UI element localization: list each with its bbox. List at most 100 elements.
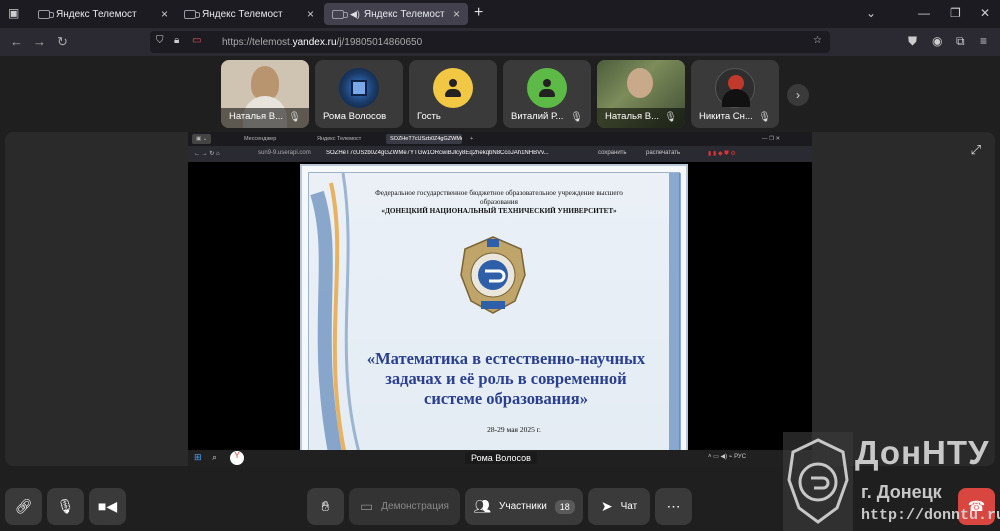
title-line-1: «Математика в естественно-научных	[366, 349, 646, 368]
browser-tab-3-active[interactable]: ◀) Яндекс Телемост ×	[324, 3, 468, 25]
camera-toggle-button[interactable]: ■◀	[89, 488, 126, 525]
chat-label: Чат	[620, 501, 638, 512]
lock-icon[interactable]: 🔒︎	[174, 35, 179, 46]
account-icon[interactable]: ◉	[932, 34, 942, 48]
tray-icons: ˄ ▭ ◀) ⌁ РУС	[708, 454, 747, 460]
forward-arrow-icon[interactable]: →	[33, 34, 46, 49]
participant-name: Рома Волосов	[323, 111, 387, 122]
chevron-down-icon[interactable]: ⌄	[866, 6, 876, 20]
avatar-chip-image	[339, 68, 379, 108]
next-participants-button[interactable]: ›	[787, 84, 809, 106]
bookmark-star-icon[interactable]: ☆	[813, 35, 822, 46]
participant-tile-1[interactable]: Наталья В... 🎙︎	[221, 60, 309, 128]
inner-url-host: sun9-9.userapi.com	[258, 150, 311, 156]
extensions-icon[interactable]: ⧉	[956, 34, 965, 49]
mic-muted-icon: 🎙︎	[288, 112, 301, 123]
shared-screen: ▣ ⌄ Мессенджер Яндекс Телемост SOZHeT7cU…	[188, 132, 812, 466]
watermark-url: http://donntu.ru	[861, 507, 1000, 524]
tab-title: Яндекс Телемост	[202, 8, 283, 20]
inner-url-title: SOZHeT7cUSzb0Z4gGZWMe7YTGw1ORcwiBJlcy8Eq…	[326, 150, 549, 156]
participant-tile-4[interactable]: Виталий Р... 🎙︎	[503, 60, 591, 128]
participant-name: Никита Сн...	[699, 111, 753, 122]
watermark-title: ДонНТУ	[855, 434, 990, 471]
url-text: https://telemost.yandex.ru/j/19805014860…	[222, 36, 423, 48]
participant-tile-6[interactable]: Никита Сн... 🎙︎	[691, 60, 779, 128]
inner-windows-taskbar: ⊞ ⌕ Y Рома Волосов ˄ ▭ ◀) ⌁ РУС	[188, 450, 812, 466]
presenter-name-label: Рома Волосов	[465, 452, 537, 464]
close-icon[interactable]: ×	[453, 7, 460, 21]
screen-share-button[interactable]: ▭ Демонстрация	[349, 488, 460, 525]
menu-icon[interactable]: ≡	[980, 34, 987, 48]
raise-hand-button[interactable]: ✋︎	[307, 488, 344, 525]
pocket-icon[interactable]: ⛊	[908, 34, 917, 49]
inner-window-controls: — ❐ ✕	[762, 136, 781, 142]
inner-tab-icon: ▣ ⌄	[192, 134, 212, 144]
org-line-1: Федеральное государственное бюджетное об…	[375, 189, 623, 197]
speaker-icon[interactable]: ◀)	[350, 9, 360, 20]
inner-nav-icons: ← → ↻ ⌂	[194, 151, 220, 157]
screen-share-stage: ⤢ ▣ ⌄ Мессенджер Яндекс Телемост SOZHeT7…	[5, 132, 995, 466]
inner-browser-tabs: ▣ ⌄ Мессенджер Яндекс Телемост SOZHeT7cU…	[188, 132, 812, 146]
camera-sharing-icon[interactable]: ▭	[192, 35, 201, 46]
inner-tab: Мессенджер	[244, 136, 277, 142]
slide-content: Федеральное государственное бюджетное об…	[308, 172, 681, 460]
send-icon: ➤	[600, 498, 613, 514]
chat-button[interactable]: ➤ Чат	[588, 488, 650, 525]
close-icon[interactable]: ×	[307, 7, 314, 21]
new-tab-icon[interactable]: +	[474, 4, 483, 22]
watermark-city: г. Донецк	[861, 482, 942, 502]
mic-toggle-button[interactable]: 🎙︎	[47, 488, 84, 525]
university-emblem-icon	[460, 236, 526, 314]
screen-share-label: Демонстрация	[381, 501, 449, 512]
windows-start-icon: ⊞	[194, 452, 202, 462]
close-icon[interactable]: ×	[161, 7, 168, 21]
participant-tile-5[interactable]: Наталья В... 🎙︎	[597, 60, 685, 128]
participant-video	[627, 68, 653, 98]
fullscreen-icon[interactable]: ⤢	[971, 142, 981, 158]
participant-name: Гость	[417, 111, 441, 122]
inner-browser-nav: ← → ↻ ⌂ sun9-9.userapi.com SOZHeT7cUSzb0…	[188, 146, 812, 162]
inner-new-tab-icon: +	[470, 136, 474, 142]
yandex-browser-icon: Y	[230, 451, 244, 465]
participant-video	[251, 66, 279, 100]
copy-link-button[interactable]: 🔗︎	[5, 488, 42, 525]
telemost-favicon-icon	[38, 9, 54, 19]
restore-icon[interactable]: ❐	[950, 6, 961, 20]
org-line-2: образования	[480, 198, 518, 206]
shield-icon[interactable]: ⛉	[156, 35, 164, 46]
participant-tile-2[interactable]: Рома Волосов	[315, 60, 403, 128]
participant-name: Наталья В...	[229, 111, 283, 122]
back-arrow-icon[interactable]: ←	[10, 34, 23, 49]
mic-muted-icon: 🎙︎	[664, 112, 677, 123]
participants-count-badge: 18	[554, 499, 575, 514]
more-options-button[interactable]: ⋯	[655, 488, 692, 525]
search-icon: ⌕	[212, 452, 218, 462]
hand-icon: ✋︎	[321, 498, 330, 514]
donntu-watermark: ДонНТУ г. Донецк http://donntu.ru	[783, 432, 1000, 531]
browser-tab-2[interactable]: Яндекс Телемост ×	[176, 3, 322, 25]
participants-button[interactable]: 👥︎ Участники 18	[465, 488, 583, 525]
tab-title: Яндекс Телемост	[363, 8, 445, 20]
browser-tab-1[interactable]: Яндекс Телемост ×	[30, 3, 176, 25]
slide-title: «Математика в естественно-научных задача…	[331, 349, 681, 409]
inner-print-button: распечатать	[646, 150, 681, 156]
address-bar[interactable]: ⛉ 🔒︎ ▭ https://telemost.yandex.ru/j/1980…	[150, 31, 830, 53]
minimize-icon[interactable]: —	[918, 6, 930, 20]
org-line-3: «ДОНЕЦКИЙ НАЦИОНАЛЬНЫЙ ТЕХНИЧЕСКИЙ УНИВЕ…	[381, 207, 617, 215]
tab-title: Яндекс Телемост	[56, 8, 137, 20]
reload-icon[interactable]: ↻	[57, 34, 68, 50]
browser-tab-bar: ▣ Яндекс Телемост × Яндекс Телемост × ◀)…	[0, 0, 1000, 28]
tab-list-icon[interactable]: ▣	[8, 6, 19, 20]
inner-ext-icons: ▮ ▮ ◆ ⛊ ⚙	[708, 151, 736, 157]
participants-label: Участники	[499, 501, 547, 512]
participant-tile-3[interactable]: Гость	[409, 60, 497, 128]
avatar-figure-body	[722, 89, 750, 107]
screen-share-icon: ▭	[360, 498, 374, 514]
avatar	[527, 68, 567, 108]
person-icon	[539, 79, 555, 97]
browser-nav-bar: ← → ↻ ⛉ 🔒︎ ▭ https://telemost.yandex.ru/…	[0, 28, 1000, 56]
link-icon: 🔗︎	[14, 498, 33, 514]
telemost-favicon-icon	[184, 9, 200, 19]
close-window-icon[interactable]: ✕	[980, 6, 990, 20]
title-line-2: задачах и её роль в современной	[385, 369, 627, 388]
